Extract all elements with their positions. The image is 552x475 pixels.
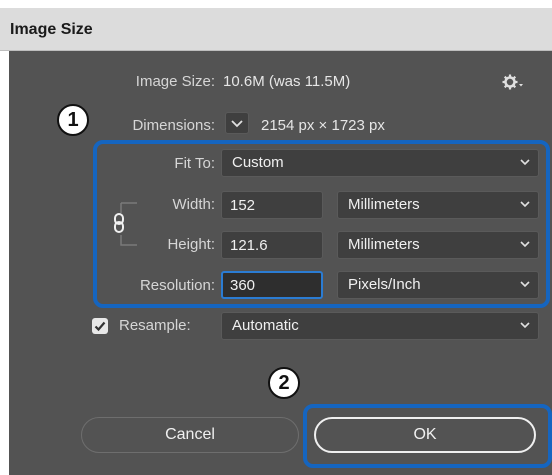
image-size-value: 10.6M (was 11.5M) [223,73,351,90]
dimensions-label: Dimensions: [132,117,215,134]
resample-label: Resample: [119,317,191,334]
title-bar: Image Size [0,8,552,51]
resample-value: Automatic [232,317,299,334]
annotation-marker-2: 2 [268,367,300,399]
gear-icon[interactable] [502,73,524,91]
dimensions-value: 2154 px × 1723 px [261,117,385,134]
annotation-marker-2-label: 2 [278,372,290,394]
image-size-label: Image Size: [135,73,215,90]
annotation-marker-1: 1 [57,104,89,136]
chevron-down-icon [231,120,243,128]
highlight-box-ok [303,404,552,468]
cancel-button[interactable]: Cancel [81,417,299,453]
dialog-title: Image Size [10,21,93,38]
checkmark-icon [94,321,106,332]
highlight-box-settings [93,140,550,308]
resample-select[interactable]: Automatic [221,312,539,340]
annotation-marker-1-label: 1 [67,109,79,131]
dimensions-dropdown-button[interactable] [225,112,249,134]
resample-checkbox[interactable] [92,318,108,334]
chevron-down-icon [520,322,530,329]
cancel-button-label: Cancel [165,426,215,443]
